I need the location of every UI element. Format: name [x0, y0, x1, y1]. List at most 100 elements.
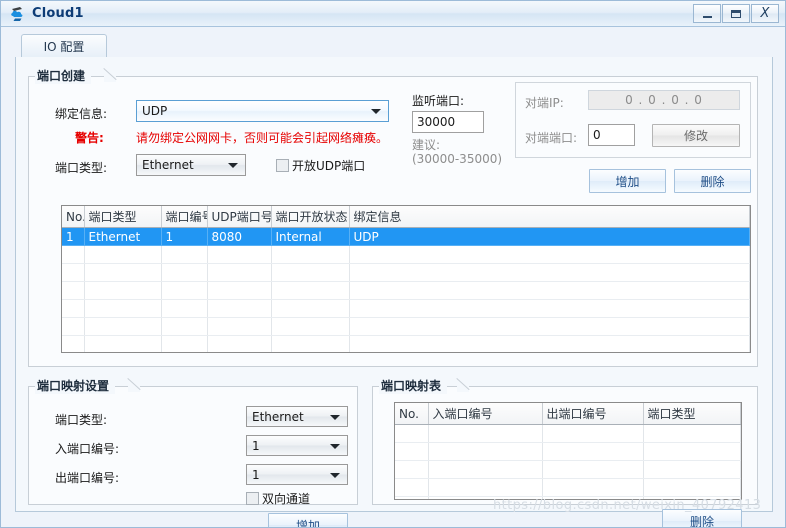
- close-button[interactable]: X: [751, 4, 779, 23]
- map-port-type-value: Ethernet: [252, 409, 304, 424]
- map-table-header-row: No. 入端口编号 出端口编号 端口类型: [395, 403, 741, 425]
- table-row[interactable]: [62, 263, 750, 282]
- port-table-col-udp-port: UDP端口号: [207, 206, 272, 228]
- peer-ip-label: 对端IP:: [525, 96, 564, 110]
- warning-label: 警告:: [75, 131, 104, 145]
- map-in-port-combo[interactable]: 1: [246, 435, 348, 456]
- cell-udp-port: 8080: [207, 227, 272, 246]
- port-table-col-number: 端口编号: [161, 206, 208, 228]
- group-port-create-slash: [104, 68, 116, 82]
- tab-strip: IO 配置: [15, 34, 773, 58]
- port-table-col-type: 端口类型: [84, 206, 162, 228]
- port-type-combo[interactable]: Ethernet: [136, 154, 246, 176]
- table-row[interactable]: [395, 442, 741, 461]
- port-table-header-row: No. 端口类型 端口编号 UDP端口号 端口开放状态 绑定信息: [62, 206, 750, 228]
- window-controls: X: [693, 4, 779, 23]
- cell-binding: UDP: [349, 227, 750, 246]
- bidirectional-channel-label: 双向通道: [262, 492, 311, 506]
- map-out-port-label: 出端口编号:: [55, 471, 120, 485]
- map-add-button[interactable]: 增加: [268, 513, 348, 528]
- modify-button[interactable]: 修改: [652, 124, 740, 147]
- map-add-button-label: 增加: [295, 518, 320, 528]
- peer-port-value: 0: [593, 128, 601, 142]
- table-row[interactable]: [395, 478, 741, 497]
- port-type-label: 端口类型:: [55, 161, 108, 175]
- cloud-network-icon: [9, 5, 27, 23]
- tab-label: IO 配置: [43, 40, 85, 54]
- group-port-create-title: 端口创建: [35, 67, 92, 84]
- tab-page-io-config: 端口创建 绑定信息: UDP 警告: 请勿绑定公网网卡，否则可能会引起网络瘫痪。…: [15, 57, 773, 527]
- table-row[interactable]: [62, 317, 750, 336]
- group-port-map-settings: 端口映射设置 端口类型: Ethernet 入端口编号: 1 出端口编号: 1 …: [28, 377, 358, 527]
- map-table-body: [395, 424, 741, 499]
- port-table[interactable]: No. 端口类型 端口编号 UDP端口号 端口开放状态 绑定信息 1 Ether…: [61, 205, 751, 353]
- add-port-button[interactable]: 增加: [589, 169, 666, 193]
- port-table-body: 1 Ethernet 1 8080 Internal UDP: [62, 227, 750, 352]
- table-row[interactable]: [62, 335, 750, 352]
- table-row[interactable]: [62, 245, 750, 264]
- map-port-type-label: 端口类型:: [55, 413, 108, 427]
- cell-status: Internal: [271, 227, 350, 246]
- group-port-map-table-title: 端口映射表: [379, 377, 448, 394]
- chevron-down-icon: [330, 443, 340, 449]
- open-udp-port-checkbox[interactable]: 开放UDP端口: [276, 157, 365, 174]
- binding-info-label: 绑定信息:: [55, 107, 108, 121]
- map-table-col-out-port: 出端口编号: [542, 403, 644, 425]
- table-row[interactable]: [62, 299, 750, 318]
- chevron-down-icon: [228, 163, 238, 168]
- application-window: Cloud1 X IO 配置 端口创建 绑定信息: UDP 警告: 请勿绑定公网: [0, 0, 786, 528]
- bidirectional-channel-checkbox[interactable]: 双向通道: [246, 490, 310, 507]
- map-table-col-port-type: 端口类型: [643, 403, 741, 425]
- open-udp-port-label: 开放UDP端口: [292, 159, 366, 173]
- binding-info-value: UDP: [142, 104, 168, 118]
- map-in-port-label: 入端口编号:: [55, 442, 120, 456]
- close-icon: X: [760, 6, 770, 21]
- port-table-col-binding: 绑定信息: [349, 206, 750, 228]
- chevron-down-icon: [371, 109, 381, 114]
- minimize-button[interactable]: [693, 4, 721, 23]
- group-port-create: 端口创建 绑定信息: UDP 警告: 请勿绑定公网网卡，否则可能会引起网络瘫痪。…: [28, 67, 758, 367]
- table-row[interactable]: [395, 460, 741, 479]
- peer-ip-input: 0 . 0 . 0 . 0: [588, 90, 740, 110]
- map-in-port-value: 1: [252, 438, 260, 453]
- map-table-col-no: No.: [395, 403, 429, 425]
- map-port-type-combo[interactable]: Ethernet: [246, 406, 348, 427]
- binding-info-combo[interactable]: UDP: [136, 100, 389, 122]
- listen-port-suggest-range: (30000-35000): [412, 152, 503, 166]
- port-table-col-status: 端口开放状态: [271, 206, 350, 228]
- table-row[interactable]: [62, 281, 750, 300]
- checkbox-box-icon: [276, 159, 289, 172]
- delete-port-button[interactable]: 删除: [674, 169, 751, 193]
- listen-port-suggest-label: 建议:: [412, 138, 441, 152]
- port-table-col-no: No.: [62, 206, 85, 228]
- watermark: https://blog.csdn.net/weixin_40792413: [493, 498, 762, 513]
- delete-port-button-label: 删除: [700, 174, 725, 189]
- group-port-map-settings-title: 端口映射设置: [35, 377, 116, 394]
- listen-port-input[interactable]: 30000: [412, 111, 484, 133]
- window-title: Cloud1: [32, 6, 84, 21]
- listen-port-label: 监听端口:: [412, 94, 465, 108]
- map-out-port-value: 1: [252, 467, 260, 482]
- group-port-map-settings-slash: [128, 378, 140, 392]
- table-row[interactable]: 1 Ethernet 1 8080 Internal UDP: [62, 227, 750, 246]
- tab-io-config[interactable]: IO 配置: [21, 34, 107, 58]
- peer-ip-value: 0 . 0 . 0 . 0: [625, 93, 703, 107]
- add-port-button-label: 增加: [615, 174, 640, 189]
- group-port-map-table-slash: [457, 378, 469, 392]
- map-table[interactable]: No. 入端口编号 出端口编号 端口类型: [394, 402, 742, 500]
- map-delete-button-label: 删除: [689, 514, 714, 528]
- listen-port-value: 30000: [417, 115, 456, 129]
- maximize-button[interactable]: [722, 4, 750, 23]
- chevron-down-icon: [330, 472, 340, 478]
- map-out-port-combo[interactable]: 1: [246, 464, 348, 485]
- peer-port-label: 对端端口:: [525, 131, 578, 145]
- peer-port-input[interactable]: 0: [588, 124, 635, 146]
- peer-panel: 对端IP: 0 . 0 . 0 . 0 对端端口: 0 修改: [515, 82, 751, 158]
- checkbox-box-icon: [246, 492, 259, 505]
- warning-text: 请勿绑定公网网卡，否则可能会引起网络瘫痪。: [136, 131, 389, 145]
- title-bar: Cloud1 X: [1, 1, 785, 27]
- table-row[interactable]: [395, 424, 741, 443]
- group-port-map-table: 端口映射表 No. 入端口编号 出端口编号 端口类型 删除: [372, 377, 758, 527]
- map-table-col-in-port: 入端口编号: [428, 403, 543, 425]
- port-type-value: Ethernet: [142, 158, 194, 172]
